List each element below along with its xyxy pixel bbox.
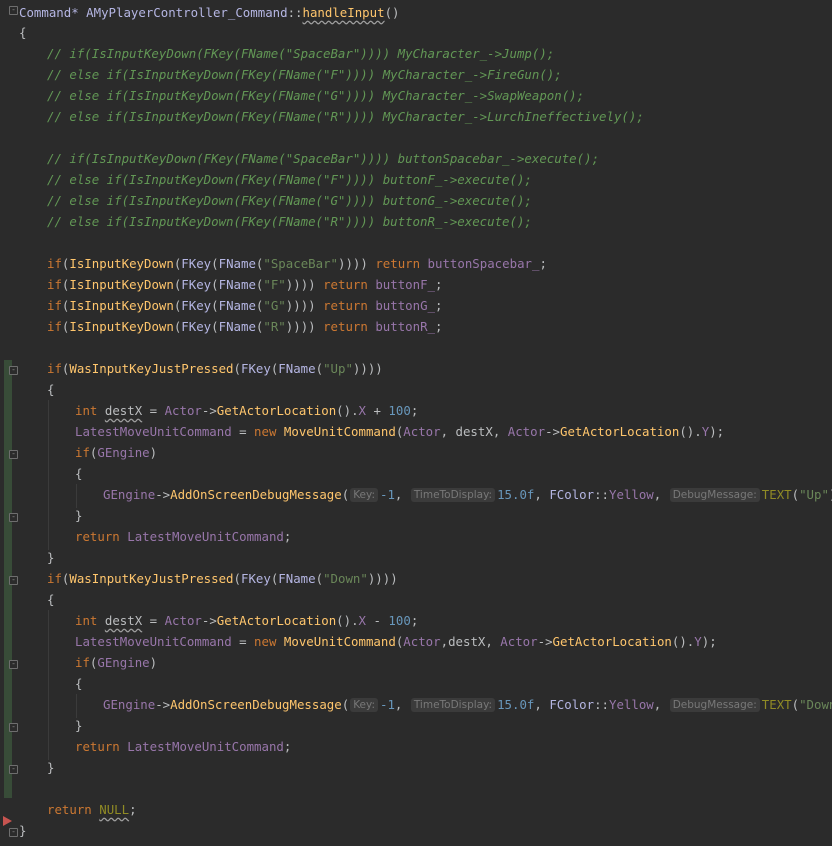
code-line-return-null[interactable]: return NULL;	[47, 799, 137, 820]
fold-collapse-icon[interactable]: -	[9, 366, 18, 375]
fold-collapse-icon[interactable]: -	[9, 660, 18, 669]
code-line-brace[interactable]: {	[75, 463, 82, 484]
code-line-brace[interactable]: }	[47, 547, 54, 568]
code-line-if-gengine[interactable]: if(GEngine)	[75, 652, 157, 673]
indent-guide	[48, 400, 49, 550]
code-line-brace[interactable]: }	[75, 505, 82, 526]
code-line-comment[interactable]: // else if(IsInputKeyDown(FKey(FName("G"…	[47, 190, 532, 211]
code-line-debug-message[interactable]: GEngine->AddOnScreenDebugMessage(Key: -1,…	[103, 484, 832, 505]
code-line-key-check[interactable]: if(IsInputKeyDown(FKey(FName("G")))) ret…	[47, 295, 442, 316]
fold-expand-icon[interactable]: -	[9, 765, 18, 774]
code-line-key-check[interactable]: if(IsInputKeyDown(FKey(FName("SpaceBar")…	[47, 253, 547, 274]
code-line-comment[interactable]: // else if(IsInputKeyDown(FKey(FName("G"…	[47, 85, 584, 106]
fold-expand-icon[interactable]: -	[9, 513, 18, 522]
code-line-comment[interactable]: // if(IsInputKeyDown(FKey(FName("SpaceBa…	[47, 43, 554, 64]
execution-arrow-icon[interactable]	[3, 816, 12, 826]
code-line-comment[interactable]: // else if(IsInputKeyDown(FKey(FName("F"…	[47, 64, 562, 85]
code-editor[interactable]: - - - - - - - - - Command* AMyPlayerCont…	[0, 0, 832, 846]
param-hint: Key:	[350, 488, 378, 502]
code-line-debug-message[interactable]: GEngine->AddOnScreenDebugMessage(Key: -1,…	[103, 694, 832, 715]
code-line-if-gengine[interactable]: if(GEngine)	[75, 442, 157, 463]
code-line-signature[interactable]: Command* AMyPlayerController_Command::ha…	[19, 2, 399, 23]
code-line-close-brace[interactable]: }	[19, 820, 26, 841]
code-line-brace[interactable]: {	[75, 673, 82, 694]
code-line-destx[interactable]: int destX = Actor->GetActorLocation().X …	[75, 610, 418, 631]
fold-expand-icon[interactable]: -	[9, 723, 18, 732]
code-line-destx[interactable]: int destX = Actor->GetActorLocation().X …	[75, 400, 418, 421]
fold-expand-icon[interactable]: -	[9, 828, 18, 837]
indent-guide	[48, 610, 49, 760]
param-hint: DebugMessage:	[669, 698, 760, 712]
code-line-key-check[interactable]: if(IsInputKeyDown(FKey(FName("R")))) ret…	[47, 316, 442, 337]
code-line-brace[interactable]: {	[47, 589, 54, 610]
code-line-if-down[interactable]: if(WasInputKeyJustPressed(FKey(FName("Do…	[47, 568, 398, 589]
fold-collapse-icon[interactable]: -	[9, 450, 18, 459]
code-line-brace[interactable]: {	[47, 379, 54, 400]
code-line-brace[interactable]: }	[75, 715, 82, 736]
code-line-comment[interactable]: // else if(IsInputKeyDown(FKey(FName("F"…	[47, 169, 532, 190]
code-line-return-command[interactable]: return LatestMoveUnitCommand;	[75, 736, 291, 757]
fold-collapse-icon[interactable]: -	[9, 6, 18, 15]
param-hint: Key:	[350, 698, 378, 712]
code-line-key-check[interactable]: if(IsInputKeyDown(FKey(FName("F")))) ret…	[47, 274, 442, 295]
code-line-if-up[interactable]: if(WasInputKeyJustPressed(FKey(FName("Up…	[47, 358, 383, 379]
param-hint: TimeToDisplay:	[410, 698, 496, 712]
fold-collapse-icon[interactable]: -	[9, 576, 18, 585]
code-line-comment[interactable]: // else if(IsInputKeyDown(FKey(FName("R"…	[47, 211, 532, 232]
code-line-open-brace[interactable]: {	[19, 22, 26, 43]
code-line-brace[interactable]: }	[47, 757, 54, 778]
code-line-comment[interactable]: // if(IsInputKeyDown(FKey(FName("SpaceBa…	[47, 148, 599, 169]
code-line-latest-command[interactable]: LatestMoveUnitCommand = new MoveUnitComm…	[75, 631, 717, 652]
code-line-latest-command[interactable]: LatestMoveUnitCommand = new MoveUnitComm…	[75, 421, 724, 442]
param-hint: DebugMessage:	[669, 488, 760, 502]
param-hint: TimeToDisplay:	[410, 488, 496, 502]
code-line-return-command[interactable]: return LatestMoveUnitCommand;	[75, 526, 291, 547]
code-line-comment[interactable]: // else if(IsInputKeyDown(FKey(FName("R"…	[47, 106, 644, 127]
